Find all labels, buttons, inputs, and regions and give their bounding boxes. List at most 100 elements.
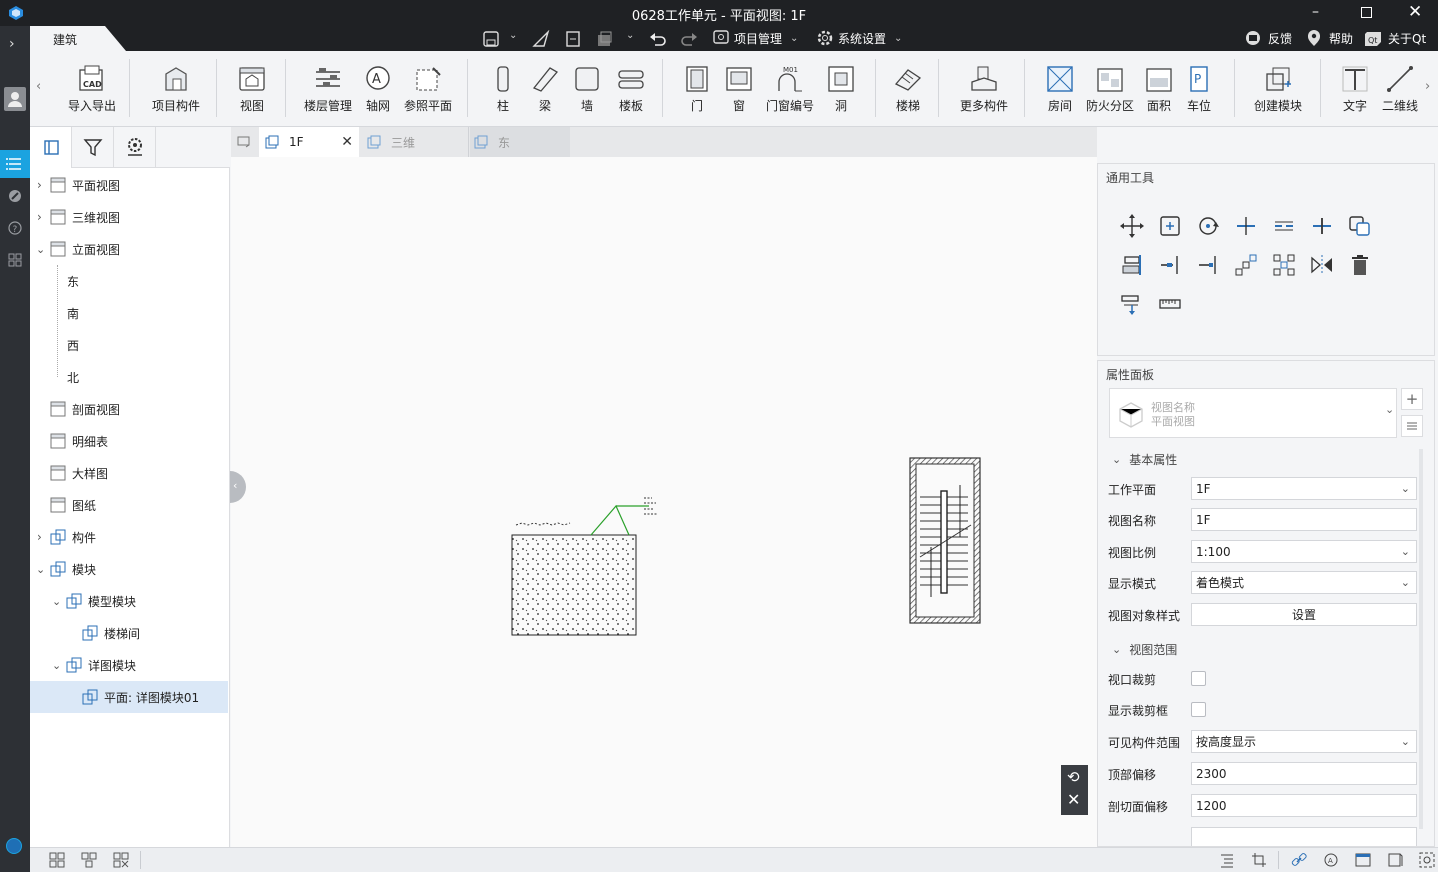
crop-region-icon[interactable] <box>1251 852 1267 868</box>
join-icon[interactable] <box>1157 252 1183 278</box>
offset-icon[interactable] <box>1347 213 1373 239</box>
browser-view-toggle-icon[interactable] <box>30 127 72 168</box>
trim-icon[interactable] <box>1233 213 1259 239</box>
properties-scrollbar[interactable] <box>1419 449 1423 829</box>
room-button[interactable]: 房间 <box>1043 57 1077 121</box>
rotate-icon[interactable] <box>1195 213 1221 239</box>
unjoin-icon[interactable] <box>1195 252 1221 278</box>
location-settings-icon[interactable] <box>114 127 156 168</box>
tree-item-detail-modules[interactable]: ⌄ 详图模块 <box>30 649 228 681</box>
undo-icon[interactable] <box>649 30 667 51</box>
opening-button[interactable]: 洞 <box>826 57 856 121</box>
extend-icon[interactable] <box>1309 213 1335 239</box>
close-button[interactable]: ✕ <box>1408 2 1422 22</box>
align-icon[interactable] <box>1119 252 1145 278</box>
link-icon[interactable] <box>1291 852 1307 868</box>
tree-item-stairwell[interactable]: 楼梯间 <box>30 617 228 649</box>
view-button[interactable]: 视图 <box>230 57 274 121</box>
text-button[interactable]: 文字 <box>1338 57 1372 121</box>
slab-button[interactable]: 楼板 <box>614 57 648 121</box>
chevron-down-icon[interactable]: ⌄ <box>1385 403 1394 416</box>
feedback-button[interactable]: 反馈 <box>1244 29 1292 47</box>
expand-rail-icon[interactable]: › <box>9 36 15 52</box>
filter-icon[interactable] <box>72 127 114 168</box>
help-circle-icon[interactable]: ? <box>8 221 22 238</box>
visible-range-select[interactable]: 按高度显示 ⌄ <box>1191 730 1417 753</box>
delete-icon[interactable] <box>1347 252 1373 278</box>
scale-select[interactable]: 1:100 ⌄ <box>1191 540 1417 563</box>
save-icon[interactable] <box>482 30 500 51</box>
add-type-button[interactable]: + <box>1401 388 1423 410</box>
create-module-button[interactable]: 创建模块 <box>1248 57 1308 121</box>
copy-icon[interactable] <box>1157 213 1183 239</box>
close-all-views-icon[interactable] <box>113 852 129 868</box>
stairwell-element[interactable] <box>909 457 981 624</box>
redo-icon[interactable] <box>680 30 698 51</box>
maximize-button[interactable] <box>1361 7 1372 18</box>
tab-architecture[interactable]: 建筑 <box>30 26 126 51</box>
window-display-icon[interactable] <box>1355 852 1371 868</box>
tile-view-icon[interactable] <box>49 852 65 868</box>
chevron-down-icon[interactable]: ⌄ <box>509 30 517 41</box>
drawing-canvas[interactable]: ‹ ⟲ ✕ <box>230 157 1097 847</box>
status-indicator-icon[interactable] <box>6 838 22 854</box>
axis-display-icon[interactable]: A <box>1323 852 1339 868</box>
close-tab-icon[interactable]: ✕ <box>341 134 353 150</box>
tree-item-model-modules[interactable]: ⌄ 模型模块 <box>30 585 228 617</box>
tree-item-detail-view[interactable]: 大样图 <box>30 457 228 489</box>
floor-management-button[interactable]: 楼层管理 <box>300 57 356 121</box>
ribbon-scroll-left-icon[interactable]: ‹ <box>36 79 41 94</box>
grid-button[interactable]: A 轴网 <box>360 57 396 121</box>
chevron-down-icon[interactable]: ⌄ <box>36 563 45 576</box>
chevron-right-icon[interactable]: › <box>37 178 42 192</box>
wall-button[interactable]: 墙 <box>572 57 602 121</box>
crop-view-checkbox[interactable] <box>1191 671 1206 686</box>
tree-item-components[interactable]: › 构件 <box>30 521 228 553</box>
array-icon[interactable] <box>1233 252 1259 278</box>
cut-offset-input[interactable]: 1200 <box>1191 794 1417 817</box>
edit-type-button[interactable] <box>1401 415 1423 437</box>
minimize-button[interactable]: – <box>1312 4 1328 20</box>
measure-icon[interactable] <box>1157 291 1183 317</box>
chevron-down-icon[interactable]: ⌄ <box>52 595 61 608</box>
page-display-icon[interactable] <box>1387 852 1403 868</box>
area-button[interactable]: 面积 <box>1142 57 1176 121</box>
mirror-icon[interactable] <box>1309 252 1335 278</box>
view-range-section[interactable]: ⌄ 视图范围 <box>1112 641 1177 658</box>
more-components-button[interactable]: 更多构件 <box>954 57 1014 121</box>
door-window-number-button[interactable]: M01 门窗编号 <box>762 57 818 121</box>
ribbon-scroll-right-icon[interactable]: › <box>1425 79 1430 94</box>
tree-item-detail-module01[interactable]: 平面: 详图模块01 <box>30 681 228 713</box>
close-view-control-icon[interactable]: ✕ <box>1067 790 1080 809</box>
grid-array-icon[interactable] <box>1271 252 1297 278</box>
project-tree-icon[interactable] <box>0 150 30 178</box>
detail-level-icon[interactable] <box>1219 852 1235 868</box>
tree-item-west[interactable]: 西 <box>30 329 228 361</box>
chevron-right-icon[interactable]: › <box>37 530 42 544</box>
tree-item-schedule[interactable]: 明细表 <box>30 425 228 457</box>
reference-plane-button[interactable]: 参照平面 <box>400 57 456 121</box>
tab-1f[interactable]: 1F ✕ <box>259 127 359 157</box>
view-name-input[interactable]: 1F <box>1191 508 1417 531</box>
show-crop-region-checkbox[interactable] <box>1191 702 1206 717</box>
apps-grid-icon[interactable] <box>8 253 22 270</box>
window-button[interactable]: 窗 <box>724 57 754 121</box>
tab-list-icon[interactable] <box>237 135 253 152</box>
basic-properties-section[interactable]: ⌄ 基本属性 <box>1112 451 1177 468</box>
user-avatar-icon[interactable] <box>4 87 26 111</box>
about-button[interactable]: Qt 关于Qt <box>1364 29 1426 47</box>
compass-icon[interactable] <box>8 189 22 206</box>
zoom-extents-icon[interactable] <box>1419 852 1435 868</box>
tree-item-3d-views[interactable]: › 三维视图 <box>30 201 228 233</box>
move-icon[interactable] <box>1119 213 1145 239</box>
reset-view-icon[interactable]: ⟲ <box>1067 768 1080 786</box>
tree-item-section-views[interactable]: 剖面视图 <box>30 393 228 425</box>
publish-icon[interactable] <box>532 29 550 51</box>
beam-button[interactable]: 梁 <box>530 57 560 121</box>
column-button[interactable]: 柱 <box>488 57 518 121</box>
system-settings-menu[interactable]: 系统设置 ⌄ <box>816 29 902 47</box>
stair-button[interactable]: 楼梯 <box>890 57 926 121</box>
object-style-settings-button[interactable]: 设置 <box>1191 603 1417 626</box>
tree-item-elevation-views[interactable]: ⌄ 立面视图 <box>30 233 228 265</box>
detail-module-element[interactable] <box>511 497 658 636</box>
